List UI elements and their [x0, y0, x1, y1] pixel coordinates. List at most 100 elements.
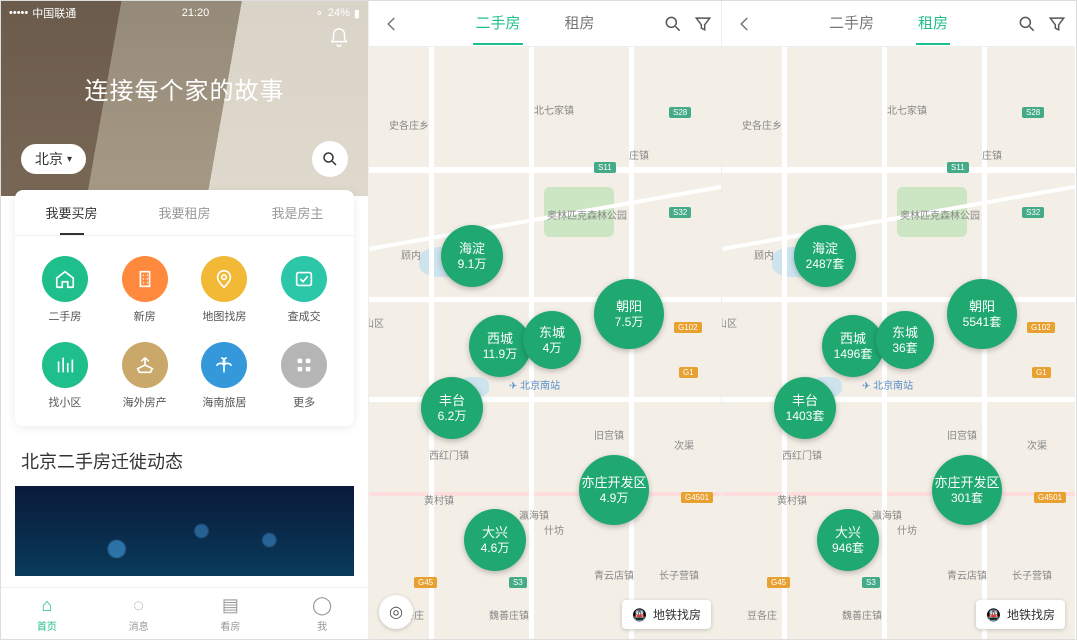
city-selector[interactable]: 北京 ▾ — [21, 144, 86, 174]
subway-search-button[interactable]: 🚇地铁找房 — [976, 600, 1065, 629]
grid-item-5[interactable]: 海外房产 — [105, 342, 185, 410]
main-card: 我要买房 我要租房 我是房主 二手房新房 地图找房 查成交找小区 海外房产 海南旅居更多 — [15, 190, 354, 426]
district-bubble[interactable]: 西城1496套 — [822, 315, 884, 377]
palm-icon — [201, 342, 247, 388]
district-bubble[interactable]: 丰台1403套 — [774, 377, 836, 439]
bottom-nav: ⌂首页 ◌消息 ▤看房 ◯我 — [1, 587, 368, 639]
hero: ••••• 中国联通 21:20 ⚬ 24% ▮ 连接每个家的故事 北京 ▾ — [1, 1, 368, 196]
blocks-icon — [42, 342, 88, 388]
grid-label: 海外房产 — [123, 394, 167, 410]
map-header: 二手房 租房 — [369, 1, 721, 47]
bubble-name: 海淀 — [812, 241, 838, 257]
grid-label: 地图找房 — [202, 308, 246, 324]
migration-banner[interactable] — [15, 486, 354, 576]
grid-label: 找小区 — [48, 394, 81, 410]
district-bubble[interactable]: 朝阳5541套 — [947, 279, 1017, 349]
bubble-value: 4.6万 — [481, 541, 510, 555]
home-screen: ••••• 中国联通 21:20 ⚬ 24% ▮ 连接每个家的故事 北京 ▾ — [1, 1, 369, 639]
map-canvas-rent[interactable]: 北七家镇史各庄乡庄镇奥林匹克森林公园顾内山区✈ 北京南站旧宫镇次渠西红门镇黄村镇… — [722, 47, 1075, 639]
district-bubble[interactable]: 海淀9.1万 — [441, 225, 503, 287]
home-icon — [42, 256, 88, 302]
search-button[interactable] — [312, 141, 348, 177]
grid-label: 新房 — [134, 308, 156, 324]
map-tab-rent[interactable]: 租房 — [916, 2, 950, 45]
district-bubble[interactable]: 东城36套 — [876, 311, 934, 369]
map-tab-secondhand[interactable]: 二手房 — [473, 2, 522, 45]
district-bubble[interactable]: 西城11.9万 — [469, 315, 531, 377]
bubble-value: 36套 — [892, 341, 917, 355]
bubble-value: 301套 — [951, 491, 983, 505]
notifications-icon[interactable] — [328, 27, 350, 49]
bubble-name: 西城 — [487, 331, 513, 347]
signal-icon: ••••• — [9, 7, 28, 19]
map-tab-secondhand[interactable]: 二手房 — [827, 2, 876, 45]
subway-icon: 🚇 — [986, 608, 1001, 622]
map-canvas-sale[interactable]: 北七家镇史各庄乡庄镇奥林匹克森林公园顾内山区✈ 北京南站旧宫镇次渠西红门镇黄村镇… — [369, 47, 721, 639]
district-bubble[interactable]: 大兴946套 — [817, 509, 879, 571]
battery-label: 24% — [328, 7, 350, 19]
status-bar: ••••• 中国联通 21:20 ⚬ 24% ▮ — [1, 3, 368, 23]
bubble-value: 1403套 — [786, 409, 825, 423]
city-label: 北京 — [35, 149, 63, 169]
bubble-value: 9.1万 — [458, 257, 487, 271]
district-bubble[interactable]: 东城4万 — [523, 311, 581, 369]
person-icon: ◯ — [312, 595, 332, 616]
intent-tabs: 我要买房 我要租房 我是房主 — [15, 190, 354, 236]
building-icon — [122, 256, 168, 302]
bubble-name: 亦庄开发区 — [581, 475, 646, 491]
filter-icon[interactable] — [1047, 14, 1067, 34]
bubble-name: 丰台 — [439, 393, 465, 409]
grid-label: 查成交 — [288, 308, 321, 324]
back-button[interactable] — [377, 11, 407, 37]
grid-item-0[interactable]: 二手房 — [25, 256, 105, 324]
filter-icon[interactable] — [693, 14, 713, 34]
grid-item-2[interactable]: 地图找房 — [185, 256, 265, 324]
nav-me[interactable]: ◯我 — [276, 588, 368, 639]
nav-viewing[interactable]: ▤看房 — [185, 588, 277, 639]
map-rent-screen: 二手房 租房 北七家镇史各庄乡庄镇奥林匹克森林公园顾内山区✈ 北京南站旧宫镇次渠… — [722, 1, 1075, 639]
subway-search-button[interactable]: 🚇地铁找房 — [622, 600, 711, 629]
locate-button[interactable]: ◎ — [379, 595, 413, 629]
carrier-label: 中国联通 — [32, 5, 76, 21]
category-grid: 二手房新房 地图找房 查成交找小区 海外房产 海南旅居更多 — [15, 236, 354, 410]
bubble-value: 4万 — [543, 341, 562, 355]
book-icon: ▤ — [222, 595, 239, 616]
bubble-name: 大兴 — [482, 525, 508, 541]
grid-label: 更多 — [293, 394, 315, 410]
bubble-name: 西城 — [840, 331, 866, 347]
grid-item-1[interactable]: 新房 — [105, 256, 185, 324]
nav-home[interactable]: ⌂首页 — [1, 588, 93, 639]
bubble-name: 朝阳 — [616, 299, 642, 315]
grid-item-7[interactable]: 更多 — [264, 342, 344, 410]
bubble-name: 丰台 — [792, 393, 818, 409]
back-button[interactable] — [730, 11, 760, 37]
check-icon — [281, 256, 327, 302]
bubble-name: 海淀 — [459, 241, 485, 257]
bubble-value: 6.2万 — [438, 409, 467, 423]
bubble-name: 亦庄开发区 — [934, 475, 999, 491]
district-bubble[interactable]: 大兴4.6万 — [464, 509, 526, 571]
bubble-value: 5541套 — [963, 315, 1002, 329]
district-bubble[interactable]: 海淀2487套 — [794, 225, 856, 287]
bubble-value: 7.5万 — [615, 315, 644, 329]
status-time: 21:20 — [182, 7, 210, 19]
district-bubble[interactable]: 朝阳7.5万 — [594, 279, 664, 349]
grid-item-3[interactable]: 查成交 — [264, 256, 344, 324]
district-bubble[interactable]: 亦庄开发区301套 — [932, 455, 1002, 525]
bubble-name: 大兴 — [835, 525, 861, 541]
grid-item-6[interactable]: 海南旅居 — [185, 342, 265, 410]
hero-title: 连接每个家的故事 — [1, 71, 368, 106]
tab-rent[interactable]: 我要租房 — [128, 190, 241, 235]
nav-messages[interactable]: ◌消息 — [93, 588, 185, 639]
tab-buy[interactable]: 我要买房 — [15, 190, 128, 235]
section-title: 北京二手房迁徙动态 — [1, 426, 368, 486]
battery-icon: ▮ — [354, 7, 360, 20]
district-bubble[interactable]: 丰台6.2万 — [421, 377, 483, 439]
map-tab-rent[interactable]: 租房 — [563, 2, 597, 45]
tab-owner[interactable]: 我是房主 — [241, 190, 354, 235]
grid-item-4[interactable]: 找小区 — [25, 342, 105, 410]
search-icon[interactable] — [663, 14, 683, 34]
search-icon[interactable] — [1017, 14, 1037, 34]
home-icon: ⌂ — [41, 595, 52, 616]
district-bubble[interactable]: 亦庄开发区4.9万 — [579, 455, 649, 525]
